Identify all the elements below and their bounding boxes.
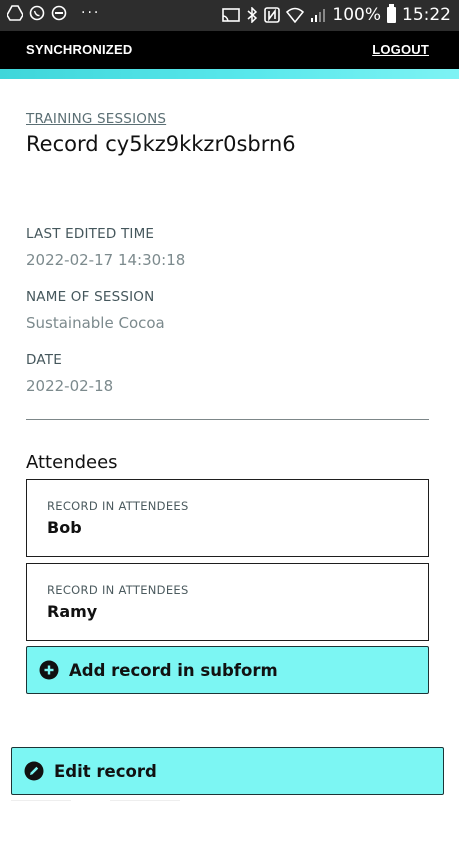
- drive-icon: [7, 5, 23, 21]
- add-record-subform-button[interactable]: Add record in subform: [26, 646, 429, 694]
- field-label-session-name: NAME OF SESSION: [26, 289, 155, 305]
- field-value-session-name: Sustainable Cocoa: [26, 314, 165, 332]
- breadcrumb-training-sessions[interactable]: TRAINING SESSIONS: [26, 111, 166, 127]
- faint-divider: [11, 800, 71, 801]
- attendee-record-label: RECORD IN ATTENDEES: [47, 499, 189, 513]
- field-label-date: DATE: [26, 352, 62, 368]
- attendee-record-value: Ramy: [47, 602, 98, 621]
- do-not-disturb-icon: [51, 5, 67, 21]
- add-record-subform-label: Add record in subform: [69, 660, 278, 680]
- cast-icon: [222, 8, 241, 22]
- app-header: SYNCHRONIZED LOGOUT: [0, 31, 459, 69]
- bluetooth-icon: [247, 7, 258, 23]
- field-label-last-edited: LAST EDITED TIME: [26, 226, 155, 242]
- wifi-icon: [286, 7, 305, 23]
- signal-icon: [311, 9, 326, 22]
- overflow-indicator: ···: [81, 5, 101, 21]
- attendee-record-value: Bob: [47, 518, 82, 537]
- status-bar: ··· 100% 15:22: [0, 0, 459, 31]
- pencil-circle-icon: [24, 761, 44, 781]
- battery-percentage: 100%: [332, 5, 381, 25]
- edit-record-label: Edit record: [54, 761, 157, 781]
- faint-divider: [110, 800, 180, 801]
- clock: 15:22: [402, 5, 451, 25]
- attendee-record-card[interactable]: RECORD IN ATTENDEES Ramy: [26, 563, 429, 641]
- attendee-record-card[interactable]: RECORD IN ATTENDEES Bob: [26, 479, 429, 557]
- status-bar-left: ···: [7, 5, 100, 21]
- header-accent-bar: [0, 69, 459, 79]
- whatsapp-icon: [29, 5, 45, 21]
- status-bar-right: 100% 15:22: [222, 4, 451, 25]
- plus-circle-icon: [39, 660, 59, 680]
- page-title: Record cy5kz9kkzr0sbrn6: [26, 132, 296, 156]
- field-value-date: 2022-02-18: [26, 377, 114, 395]
- attendee-record-label: RECORD IN ATTENDEES: [47, 583, 189, 597]
- nfc-icon: [264, 7, 281, 23]
- section-divider: [26, 419, 429, 420]
- field-value-last-edited: 2022-02-17 14:30:18: [26, 251, 186, 269]
- logout-link[interactable]: LOGOUT: [372, 42, 429, 57]
- battery-icon: [387, 4, 396, 23]
- edit-record-button[interactable]: Edit record: [11, 747, 444, 795]
- attendees-heading: Attendees: [26, 452, 118, 473]
- sync-status: SYNCHRONIZED: [26, 42, 133, 57]
